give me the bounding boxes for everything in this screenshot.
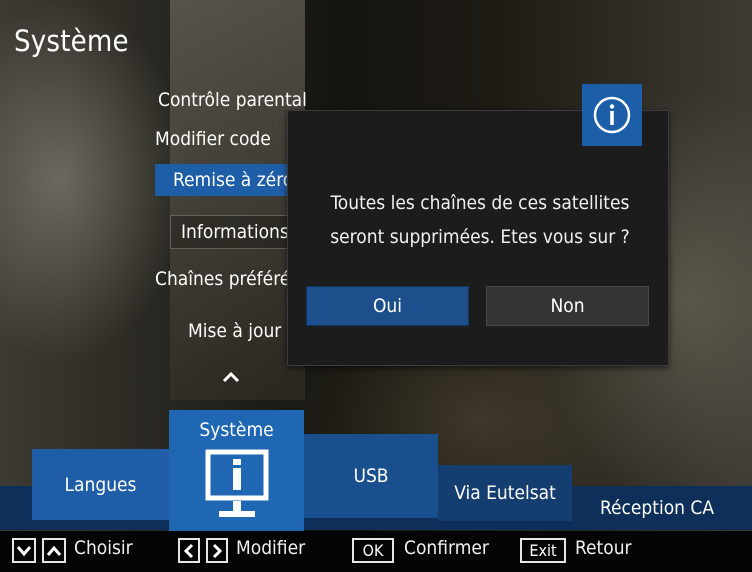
page-title: Système <box>14 24 129 58</box>
right-key-icon <box>206 538 228 563</box>
tab-systeme[interactable]: Système <box>169 410 304 534</box>
up-key-icon <box>42 538 66 563</box>
exit-key: Exit <box>520 538 566 563</box>
tab-via-eutelsat[interactable]: Via Eutelsat <box>438 465 572 521</box>
tab-reception-ca[interactable]: Réception CA <box>572 486 742 530</box>
info-icon <box>582 84 642 146</box>
no-button[interactable]: Non <box>486 286 649 326</box>
menu-item-information[interactable]: Informations <box>170 215 289 249</box>
tab-usb-label: USB <box>353 465 389 487</box>
down-key-icon <box>12 538 36 563</box>
tab-via-eutelsat-label: Via Eutelsat <box>454 482 556 504</box>
hint-choose: Choisir <box>74 537 133 559</box>
tab-reception-ca-label: Réception CA <box>599 497 715 519</box>
menu-item-reset[interactable]: Remise à zéro <box>155 164 287 196</box>
menu-item-favorite-channels[interactable]: Chaînes préférées <box>155 268 287 290</box>
tab-langues[interactable]: Langues <box>32 449 169 520</box>
ok-key: OK <box>352 538 394 563</box>
left-key-icon <box>178 538 200 563</box>
monitor-info-icon <box>205 449 269 526</box>
menu-item-change-code[interactable]: Modifier code <box>155 128 287 150</box>
yes-button[interactable]: Oui <box>306 286 469 326</box>
menu-item-parental-control[interactable]: Contrôle parental <box>158 89 318 111</box>
dialog-message-line2: seront supprimées. Etes vous sur ? <box>330 226 630 248</box>
dialog-message-line1: Toutes les chaînes de ces satellites <box>330 192 630 214</box>
tab-langues-label: Langues <box>64 473 137 496</box>
hint-back: Retour <box>575 537 632 559</box>
hint-confirm: Confirmer <box>404 537 489 559</box>
dialog-message: Toutes les chaînes de ces satellites ser… <box>300 186 660 254</box>
tab-usb[interactable]: USB <box>304 434 438 518</box>
hint-modify: Modifier <box>236 537 306 559</box>
chevron-up-icon[interactable] <box>222 364 240 388</box>
tab-systeme-label: Système <box>199 419 274 441</box>
menu-item-update[interactable]: Mise à jour <box>188 320 287 342</box>
